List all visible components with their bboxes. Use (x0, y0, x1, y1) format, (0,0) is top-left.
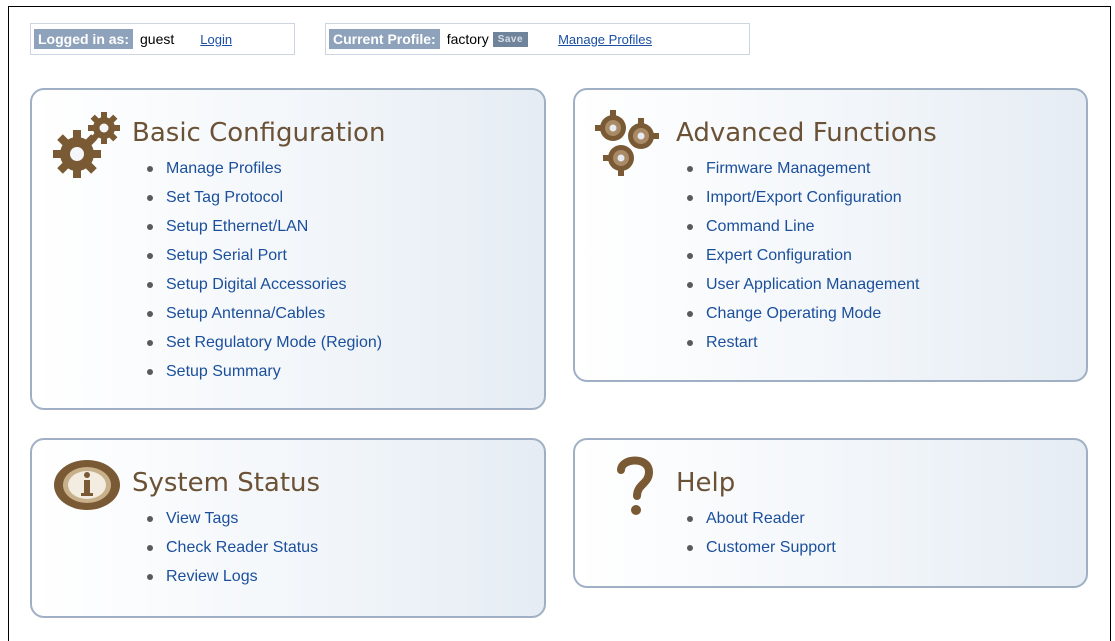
advanced-functions-panel: Advanced Functions Firmware Management I… (573, 88, 1088, 382)
gears-cluster-icon (595, 110, 659, 176)
basic-configuration-panel: Basic Configuration Manage Profiles Set … (30, 88, 546, 410)
link-firmware-management[interactable]: Firmware Management (684, 158, 919, 187)
login-link[interactable]: Login (200, 32, 232, 47)
link-set-regulatory-mode[interactable]: Set Regulatory Mode (Region) (144, 332, 382, 361)
info-icon (54, 460, 120, 510)
link-setup-ethernet-lan[interactable]: Setup Ethernet/LAN (144, 216, 382, 245)
link-about-reader[interactable]: About Reader (684, 508, 836, 537)
link-manage-profiles[interactable]: Manage Profiles (144, 158, 382, 187)
link-set-tag-protocol[interactable]: Set Tag Protocol (144, 187, 382, 216)
gears-icon (53, 112, 120, 178)
link-expert-configuration[interactable]: Expert Configuration (684, 245, 919, 274)
link-setup-digital-accessories[interactable]: Setup Digital Accessories (144, 274, 382, 303)
link-review-logs[interactable]: Review Logs (144, 566, 318, 595)
link-setup-summary[interactable]: Setup Summary (144, 361, 382, 390)
link-restart[interactable]: Restart (684, 332, 919, 361)
link-view-tags[interactable]: View Tags (144, 508, 318, 537)
link-user-application-management[interactable]: User Application Management (684, 274, 919, 303)
advanced-functions-list: Firmware Management Import/Export Config… (684, 158, 919, 361)
logged-in-label: Logged in as: (34, 29, 133, 49)
system-status-panel: System Status View Tags Check Reader Sta… (30, 438, 546, 618)
save-profile-button[interactable]: Save (492, 31, 529, 47)
system-status-list: View Tags Check Reader Status Review Log… (144, 508, 318, 595)
link-import-export-configuration[interactable]: Import/Export Configuration (684, 187, 919, 216)
link-change-operating-mode[interactable]: Change Operating Mode (684, 303, 919, 332)
login-status-box: Logged in as: guest Login (30, 23, 295, 55)
profile-box: Current Profile: factory Save Manage Pro… (325, 23, 750, 55)
current-profile-label: Current Profile: (329, 29, 440, 49)
advanced-functions-title: Advanced Functions (676, 118, 937, 148)
link-command-line[interactable]: Command Line (684, 216, 919, 245)
link-check-reader-status[interactable]: Check Reader Status (144, 537, 318, 566)
current-user: guest (140, 31, 175, 47)
system-status-title: System Status (132, 468, 321, 498)
help-title: Help (676, 468, 736, 498)
help-panel: Help About Reader Customer Support (573, 438, 1088, 588)
question-mark-icon (617, 456, 654, 515)
link-setup-antenna-cables[interactable]: Setup Antenna/Cables (144, 303, 382, 332)
basic-configuration-title: Basic Configuration (132, 118, 386, 148)
basic-configuration-list: Manage Profiles Set Tag Protocol Setup E… (144, 158, 382, 390)
manage-profiles-link[interactable]: Manage Profiles (558, 32, 652, 47)
help-list: About Reader Customer Support (684, 508, 836, 566)
link-customer-support[interactable]: Customer Support (684, 537, 836, 566)
link-setup-serial-port[interactable]: Setup Serial Port (144, 245, 382, 274)
current-profile-value: factory (446, 31, 489, 47)
